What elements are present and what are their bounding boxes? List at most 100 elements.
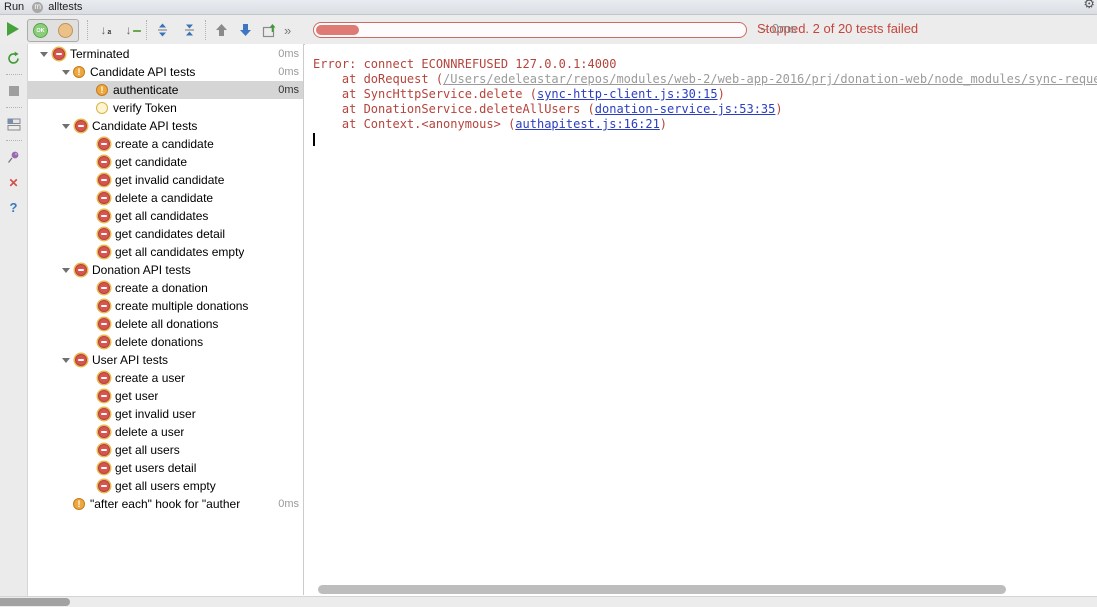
pin-tab-button[interactable] [4,147,24,167]
tree-row[interactable]: Candidate API tests [28,117,303,135]
test-label: get users detail [115,461,196,475]
help-icon: ? [10,201,18,214]
tree-row[interactable]: Candidate API tests0ms [28,63,303,81]
test-label: authenticate [113,83,178,97]
expander-arrow-icon[interactable] [59,268,73,273]
layout-icon [7,118,21,131]
stack-trace-link[interactable]: donation-service.js:53:35 [595,102,776,116]
test-status-terminated-icon [98,444,110,456]
test-label: create a donation [115,281,208,295]
rerun-icon [6,51,21,66]
expander-arrow-icon[interactable] [59,70,73,75]
help-button[interactable]: ? [4,197,24,217]
tree-row[interactable]: get invalid candidate [28,171,303,189]
tree-row[interactable]: verify Token [28,99,303,117]
tree-row[interactable]: "after each" hook for "auther0ms [28,495,303,513]
tree-row[interactable]: create multiple donations [28,297,303,315]
panel-splitter[interactable] [303,44,304,595]
tree-row[interactable]: get invalid user [28,405,303,423]
tree-row[interactable]: create a candidate [28,135,303,153]
test-status-terminated-icon [98,174,110,186]
tree-row[interactable]: authenticate0ms [28,81,303,99]
sort-by-duration-button[interactable]: ↓ [119,20,139,40]
test-label: verify Token [113,101,177,115]
tree-row[interactable]: delete all donations [28,315,303,333]
test-label: Terminated [70,47,129,61]
tree-row[interactable]: get all candidates [28,207,303,225]
stack-trace-link[interactable]: authapitest.js:16:21 [515,117,660,131]
tree-row[interactable]: Terminated 0ms [28,45,303,63]
test-status-terminated-icon [98,336,110,348]
settings-gear-icon[interactable]: ⚙ [1083,0,1095,12]
tree-row[interactable]: get user [28,387,303,405]
tree-row[interactable]: get all users [28,441,303,459]
tree-row[interactable]: get all candidates empty [28,243,303,261]
tree-row[interactable]: create a user [28,369,303,387]
collapse-all-button[interactable] [179,20,199,40]
test-status-terminated-icon [98,138,110,150]
tree-row[interactable]: get all users empty [28,477,303,495]
console-line: at doRequest (/Users/edeleastar/repos/mo… [313,72,1097,87]
export-test-results-button[interactable] [259,20,279,40]
more-actions-button[interactable]: » [284,23,291,38]
text-caret [313,133,315,146]
tab-alltests[interactable]: alltests [48,1,82,13]
test-status-terminated-icon [98,246,110,258]
test-status-warning-icon [96,84,108,96]
previous-failed-test-button[interactable] [211,20,231,40]
tree-row[interactable]: create a donation [28,279,303,297]
test-status-terminated-icon [98,156,110,168]
window-bottom-scrollbar-track [0,596,1097,607]
close-icon: ✕ [8,177,18,189]
test-label: get candidate [115,155,187,169]
stop-button[interactable] [4,81,24,101]
expand-all-icon [156,23,169,37]
restore-layout-button[interactable] [4,114,24,134]
console-line: Error: connect ECONNREFUSED 127.0.0.1:40… [313,57,1097,72]
pin-icon [7,150,20,164]
down-arrow-icon [239,23,252,37]
stack-trace-link[interactable]: /Users/edeleastar/repos/modules/web-2/we… [443,72,1097,86]
mocha-icon: m [32,2,43,13]
tree-row[interactable]: get candidates detail [28,225,303,243]
test-status-terminated-icon [75,354,87,366]
test-status-terminated-icon [98,462,110,474]
tree-row[interactable]: delete a candidate [28,189,303,207]
sort-alphabetically-button[interactable]: ↓ a z [94,20,114,40]
tree-row[interactable]: User API tests [28,351,303,369]
expander-arrow-icon[interactable] [37,52,51,57]
expander-arrow-icon[interactable] [59,358,73,363]
rerun-failed-tests-button[interactable] [4,48,24,68]
console-output[interactable]: Error: connect ECONNREFUSED 127.0.0.1:40… [305,44,1097,584]
window-bottom-scrollbar-thumb[interactable] [0,598,70,606]
rerun-tests-button[interactable] [7,22,19,36]
tree-row[interactable]: delete a user [28,423,303,441]
tree-row[interactable]: delete donations [28,333,303,351]
console-text: ) [718,87,725,101]
test-label: User API tests [92,353,168,367]
stack-trace-link[interactable]: sync-http-client.js:30:15 [537,87,718,101]
test-label: "after each" hook for "auther [90,497,240,511]
sort-duration-icon: ↓ [126,24,133,36]
expander-arrow-icon[interactable] [59,124,73,129]
tree-row[interactable]: get users detail [28,459,303,477]
status-elapsed-text: – 0ms [761,21,796,36]
toolbar-separator [6,140,22,141]
show-passed-toggle[interactable]: OK [27,19,54,42]
close-button[interactable]: ✕ [4,173,24,193]
test-label: delete donations [115,335,203,349]
toolbar-separator [205,20,207,40]
test-duration: 0ms [272,48,303,60]
test-label: get candidates detail [115,227,225,241]
test-status-terminated-icon [98,372,110,384]
tree-row[interactable]: get candidate [28,153,303,171]
test-status-terminated-icon [53,48,65,60]
tree-row[interactable]: Donation API tests [28,261,303,279]
test-label: Donation API tests [92,263,191,277]
toolbar-separator [87,20,89,40]
next-failed-test-button[interactable] [235,20,255,40]
console-horizontal-scrollbar[interactable] [318,585,1006,594]
show-ignored-toggle[interactable] [53,19,79,42]
test-label: create multiple donations [115,299,248,313]
expand-all-button[interactable] [152,20,172,40]
